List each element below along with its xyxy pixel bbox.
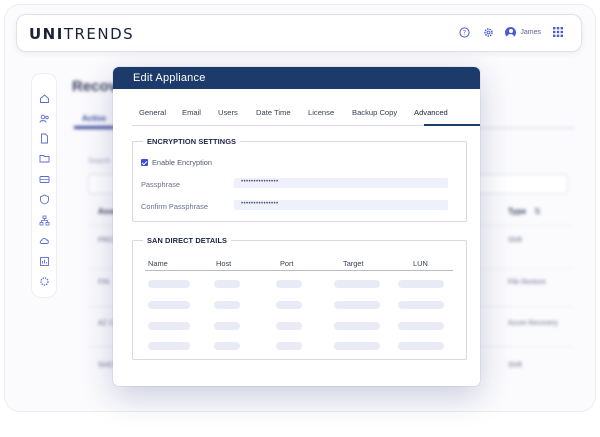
page-title: Recov: [72, 78, 118, 95]
column-header-lun: LUN: [413, 259, 428, 268]
gear-icon[interactable]: [481, 25, 495, 39]
column-header-port: Port: [280, 259, 294, 268]
skeleton-cell: [398, 322, 444, 330]
active-tab-indicator: [424, 124, 480, 126]
tab-date-time[interactable]: Date Time: [256, 108, 291, 117]
tab-users[interactable]: Users: [218, 108, 238, 117]
skeleton-cell: [398, 301, 444, 309]
table-cell: FIN: [98, 279, 110, 286]
skeleton-cell: [214, 301, 240, 309]
document-icon[interactable]: [39, 131, 50, 144]
table-cell: Shift: [508, 237, 523, 244]
confirm-passphrase-input[interactable]: •••••••••••••••: [234, 200, 448, 210]
network-icon[interactable]: [39, 213, 50, 226]
user-name: James: [520, 28, 541, 36]
skeleton-cell: [148, 280, 190, 288]
skeleton-cell: [334, 322, 380, 330]
tab-backup-copy[interactable]: Backup Copy: [352, 108, 397, 117]
skeleton-cell: [276, 342, 302, 350]
user-avatar-icon: [505, 26, 517, 38]
table-cell: PRO: [98, 237, 114, 244]
dialog-title: Edit Appliance: [113, 67, 480, 89]
column-header-host: Host: [216, 259, 232, 268]
skeleton-cell: [398, 280, 444, 288]
folder-icon[interactable]: [39, 151, 50, 163]
skeleton-cell: [334, 280, 380, 288]
apps-grid-icon[interactable]: [551, 25, 565, 39]
top-bar-actions: ? James: [457, 25, 565, 39]
user-menu[interactable]: James: [505, 26, 541, 38]
table-cell: AZ C: [98, 320, 114, 327]
background-search-label: Search: [88, 158, 111, 165]
enable-encryption-checkbox[interactable]: [141, 159, 148, 166]
help-circle-icon[interactable]: ?: [457, 25, 471, 39]
table-header-rule: [145, 270, 453, 271]
skeleton-cell: [276, 301, 302, 309]
passphrase-label: Passphrase: [141, 180, 181, 189]
unitrends-logo: UNITRENDS: [29, 25, 135, 43]
passphrase-input[interactable]: •••••••••••••••: [234, 178, 448, 188]
column-header-target: Target: [343, 259, 364, 268]
skeleton-cell: [214, 280, 240, 288]
table-cell: Azure Recovery: [508, 320, 558, 327]
enable-encryption-label: Enable Encryption: [152, 158, 212, 167]
users-icon[interactable]: [39, 111, 50, 123]
dialog-tabs: General Email Users Date Time License Ba…: [132, 105, 480, 126]
encryption-settings-section: ENCRYPTION SETTINGS Enable Encryption Pa…: [132, 137, 467, 222]
top-bar: UNITRENDS ? James: [16, 14, 582, 52]
table-cell: Shift: [508, 362, 523, 369]
tab-advanced[interactable]: Advanced: [414, 108, 448, 117]
skeleton-cell: [148, 301, 190, 309]
background-tab-indicator: [74, 126, 114, 129]
tab-license[interactable]: License: [308, 108, 334, 117]
skeleton-cell: [214, 322, 240, 330]
skeleton-cell: [334, 301, 380, 309]
skeleton-cell: [148, 322, 190, 330]
report-icon[interactable]: [39, 254, 50, 266]
tab-general[interactable]: General: [139, 108, 166, 117]
table-cell: SHO: [98, 362, 114, 369]
edit-appliance-dialog: Edit Appliance General Email Users Date …: [113, 67, 480, 386]
settings-icon[interactable]: [39, 274, 50, 286]
section-title: SAN DIRECT DETAILS: [143, 236, 232, 245]
tab-email[interactable]: Email: [182, 108, 201, 117]
skeleton-cell: [276, 280, 302, 288]
shield-icon[interactable]: [39, 192, 50, 205]
table-cell: File Restore: [508, 279, 546, 286]
column-header-name: Name: [148, 259, 168, 268]
home-icon[interactable]: [39, 91, 50, 103]
skeleton-cell: [398, 342, 444, 350]
skeleton-cell: [148, 342, 190, 350]
sidebar: [31, 73, 57, 298]
skeleton-cell: [214, 342, 240, 350]
background-active-tab: Active: [82, 114, 107, 123]
san-direct-details-section: SAN DIRECT DETAILS Name Host Port Target…: [132, 236, 467, 360]
confirm-passphrase-label: Confirm Passphrase: [141, 202, 208, 211]
server-icon[interactable]: [39, 172, 50, 183]
cloud-icon[interactable]: [39, 233, 50, 244]
svg-text:?: ?: [463, 28, 466, 36]
section-title: ENCRYPTION SETTINGS: [143, 137, 241, 146]
skeleton-cell: [276, 322, 302, 330]
skeleton-cell: [334, 342, 380, 350]
